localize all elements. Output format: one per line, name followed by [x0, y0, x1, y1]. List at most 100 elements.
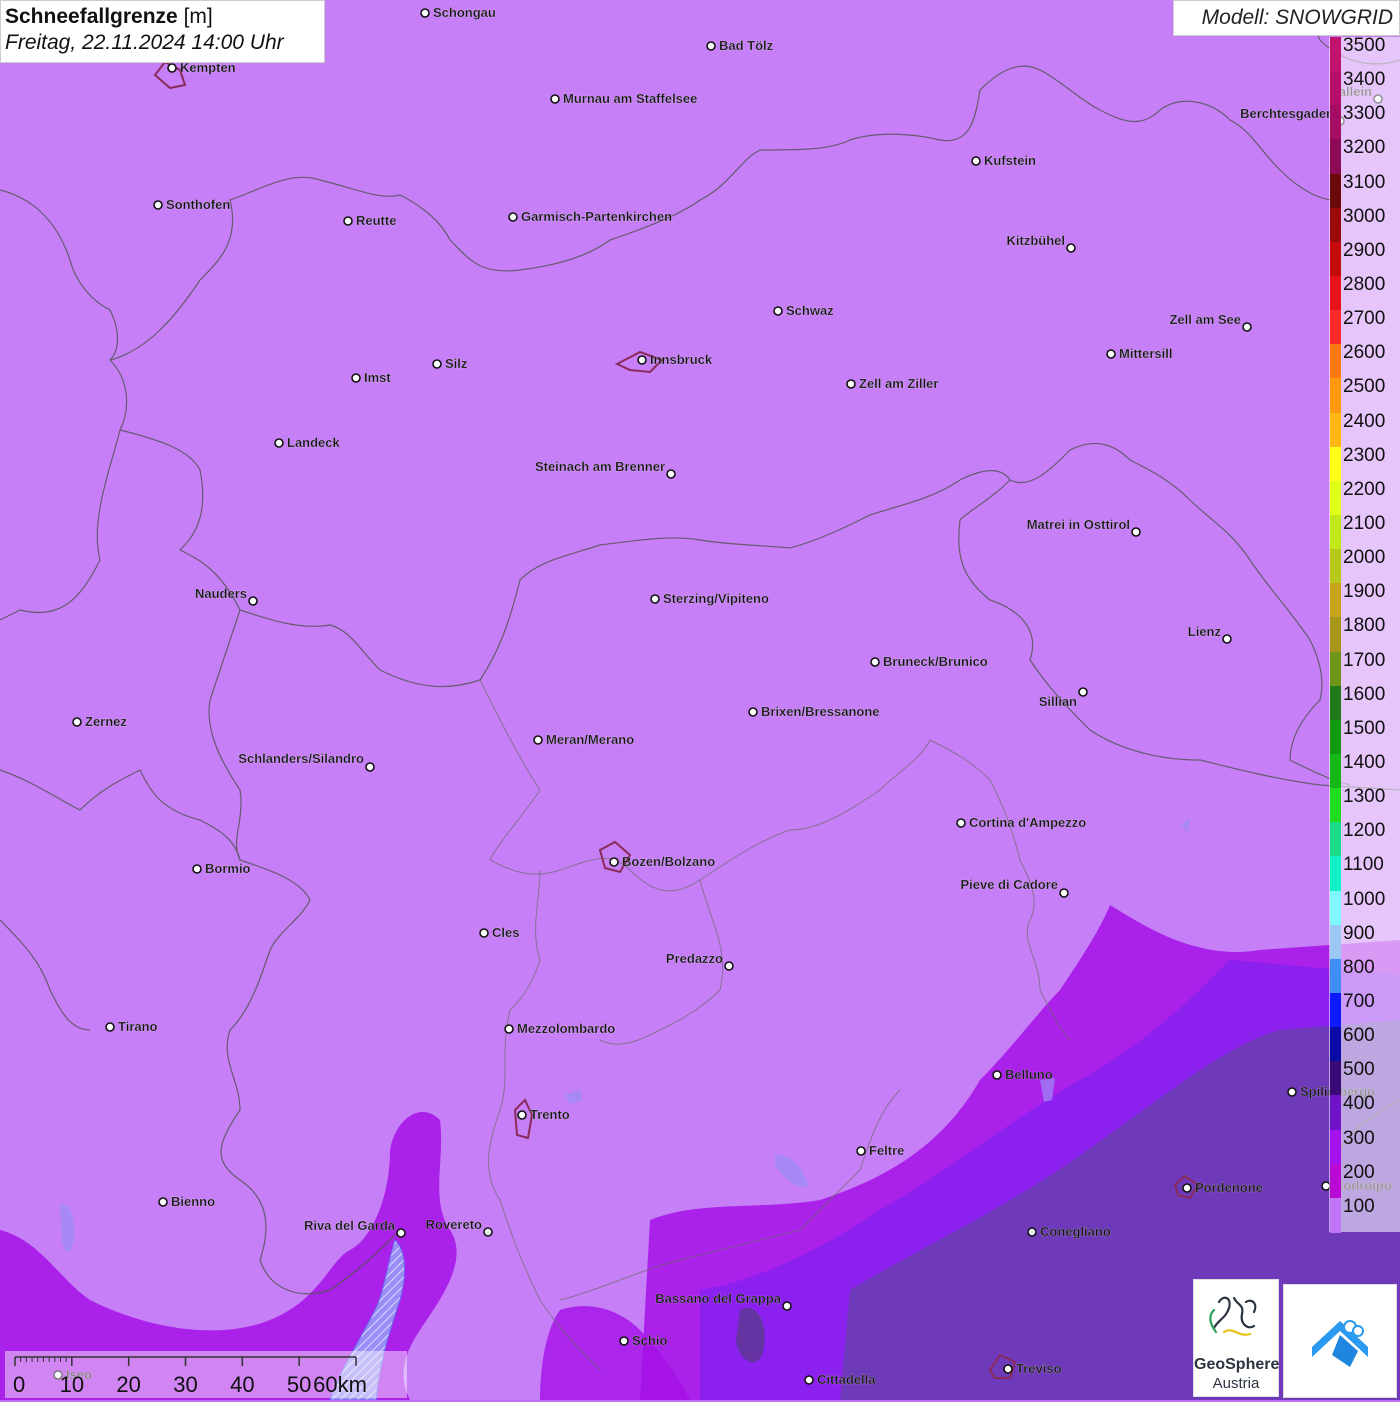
city-dot [343, 216, 353, 226]
scale-bar: 0 10 20 30 40 50 60km [5, 1351, 407, 1398]
legend-label: 2600 [1343, 342, 1386, 364]
city-dot [396, 1228, 406, 1238]
city-label: Bruneck/Brunico [883, 654, 988, 669]
legend-swatch [1330, 105, 1341, 141]
city-marker: Matrei in Osttirol [1026, 517, 1141, 537]
city-dot [1222, 634, 1232, 644]
city-marker: Cles [479, 925, 520, 940]
legend-label: 1300 [1343, 786, 1386, 808]
scale-label: 20 [116, 1372, 140, 1397]
city-dot [1027, 1227, 1037, 1237]
legend-swatch [1330, 583, 1341, 619]
city-marker: Predazzo [666, 951, 734, 971]
legend-swatch [1330, 241, 1341, 277]
city-dot [167, 63, 177, 73]
legend-label: 900 [1343, 922, 1375, 944]
legend-label: 1500 [1343, 717, 1386, 739]
city-label: Schio [632, 1333, 667, 1348]
city-dot [365, 762, 375, 772]
legend-label: 500 [1343, 1059, 1375, 1081]
city-dot [153, 200, 163, 210]
city-marker: Sterzing/Vipiteno [650, 591, 769, 606]
legend-label: 1800 [1343, 615, 1386, 637]
city-label: Mezzolombardo [517, 1021, 615, 1036]
legend-label: 1600 [1343, 683, 1386, 705]
city-dot [666, 469, 676, 479]
city-marker: Cittadella [804, 1372, 877, 1387]
city-marker: Mezzolombardo [504, 1021, 616, 1036]
city-marker: Reutte [343, 213, 397, 228]
geosphere-logo-subtitle: Austria [1212, 1375, 1260, 1392]
city-label: Steinach am Brenner [535, 459, 665, 474]
city-label: Nauders [195, 586, 247, 601]
legend-swatch [1330, 276, 1341, 311]
city-dot [1106, 349, 1116, 359]
city-marker: Tirano [105, 1019, 158, 1034]
city-marker: Schwaz [773, 303, 834, 318]
legend-label: 3300 [1343, 103, 1386, 125]
city-dot [870, 657, 880, 667]
city-label: Kufstein [984, 153, 1036, 168]
legend-label: 800 [1343, 956, 1375, 978]
scale-label: 50 [287, 1372, 311, 1397]
legend-swatch [1330, 958, 1341, 994]
city-marker: Schongau [420, 5, 496, 20]
city-dot [248, 596, 258, 606]
city-label: Zell am See [1169, 312, 1241, 327]
city-dot [1078, 687, 1088, 697]
legend-label: 2800 [1343, 274, 1386, 295]
city-dot [1059, 888, 1069, 898]
model-label: Modell: SNOWGRID [1173, 0, 1400, 36]
legend-label: 2700 [1343, 308, 1386, 330]
city-label: Treviso [1016, 1361, 1062, 1376]
city-label: Trento [530, 1107, 570, 1122]
city-label: Schwaz [786, 303, 834, 318]
legend-swatch [1330, 480, 1341, 516]
legend-label: 1000 [1343, 888, 1386, 910]
city-label: Bozen/Bolzano [622, 854, 715, 869]
legend-swatch [1330, 310, 1341, 346]
city-marker: Schio [619, 1333, 668, 1348]
snowgrid-logo-icon [1312, 1320, 1368, 1367]
map-title-box: Schneefallgrenze [m] Freitag, 22.11.2024… [0, 0, 325, 63]
city-marker: Conegliano [1027, 1224, 1111, 1239]
city-dot [420, 8, 430, 18]
legend-label: 1900 [1343, 581, 1386, 603]
city-dot [748, 707, 758, 717]
city-marker: Pordenone [1182, 1180, 1263, 1195]
city-dot [773, 306, 783, 316]
legend-label: 3000 [1343, 205, 1386, 227]
city-marker: Kufstein [971, 153, 1036, 168]
city-dot [856, 1146, 866, 1156]
legend-swatch [1330, 788, 1341, 824]
city-label: Zell am Ziller [859, 376, 938, 391]
legend-label: 2000 [1343, 547, 1386, 569]
legend-label: 100 [1343, 1195, 1375, 1217]
legend-swatch [1330, 344, 1341, 380]
parameter-unit: [m] [183, 5, 213, 28]
city-label: Belluno [1005, 1067, 1053, 1082]
city-label: Garmisch-Partenkirchen [521, 209, 672, 224]
legend-label: 400 [1343, 1093, 1375, 1115]
legend-swatch [1330, 173, 1341, 209]
legend-label: 2100 [1343, 513, 1386, 534]
legend-swatch [1330, 37, 1341, 72]
legend-swatch [1330, 378, 1341, 414]
city-label: Predazzo [666, 951, 723, 966]
geosphere-logo-name: GeoSphere [1194, 1356, 1280, 1373]
scale-bar-graphic: 0 10 20 30 40 50 60km [13, 1356, 367, 1397]
city-marker: Brixen/Bressanone [748, 704, 880, 719]
city-dot [971, 156, 981, 166]
legend-label: 3200 [1343, 137, 1386, 159]
color-legend: 3500 3400 3300 3200 3100 3000 2900 2800 2700 2600… [1329, 35, 1400, 1233]
city-label: Murnau am Staffelsee [563, 91, 697, 106]
city-dot [609, 857, 619, 867]
legend-swatch [1330, 139, 1341, 175]
city-marker: Mittersill [1106, 346, 1173, 361]
city-label: Berchtesgaden [1240, 106, 1334, 121]
legend-swatch [1330, 446, 1341, 482]
legend-swatch [1330, 719, 1341, 755]
geosphere-logo-icon [1209, 1296, 1257, 1336]
city-label: Schlanders/Silandro [238, 751, 364, 766]
city-marker: Bruneck/Brunico [870, 654, 988, 669]
